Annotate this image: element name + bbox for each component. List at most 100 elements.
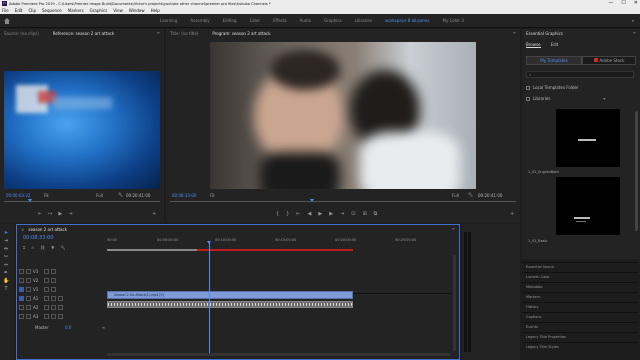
adobe-stock-button[interactable]: Adobe Stock bbox=[582, 56, 636, 65]
source-timecode[interactable]: 00:00:03:22 bbox=[6, 193, 30, 198]
snap-icon[interactable]: ∩ bbox=[31, 245, 34, 250]
workspace-editing[interactable]: Editing bbox=[223, 18, 237, 23]
workspace-active[interactable]: workspace 8 all.panes bbox=[385, 18, 430, 23]
solo-icon[interactable] bbox=[51, 304, 56, 310]
template-thumbnail[interactable] bbox=[556, 177, 620, 235]
menu-graphics[interactable]: Graphics bbox=[90, 8, 108, 13]
track-header-v2[interactable]: V2 bbox=[17, 276, 121, 284]
track-header-a2[interactable]: A2 bbox=[17, 303, 121, 311]
workspace-learning[interactable]: Learning bbox=[160, 18, 177, 23]
workspace-my-color[interactable]: My Color 3 bbox=[443, 18, 464, 23]
program-add-button[interactable]: + bbox=[510, 211, 514, 217]
timeline-timecode[interactable]: 00:08:33:00 bbox=[23, 235, 54, 241]
eye-icon[interactable] bbox=[51, 286, 56, 292]
menu-edit[interactable]: Edit bbox=[15, 8, 23, 13]
source-fit-select[interactable]: Fit bbox=[44, 193, 49, 198]
menu-markers[interactable]: Markers bbox=[68, 8, 84, 13]
source-playhead[interactable] bbox=[28, 199, 32, 202]
solo-icon[interactable] bbox=[51, 295, 56, 301]
panel-menu-icon[interactable]: ≡ bbox=[157, 30, 160, 35]
menu-file[interactable]: File bbox=[2, 8, 9, 13]
video-clip[interactable]: Season 2 Art Attack(1).mp4 [V] bbox=[107, 291, 353, 299]
program-fit-select[interactable]: Fit bbox=[210, 193, 215, 198]
selection-tool-icon[interactable]: ➤ bbox=[3, 230, 9, 236]
panel-history[interactable]: History bbox=[522, 302, 638, 311]
panel-markers[interactable]: Markers bbox=[522, 292, 638, 301]
workspace-effects[interactable]: Effects bbox=[273, 18, 287, 23]
track-select-tool-icon[interactable]: ⇥ bbox=[3, 238, 9, 244]
timeline-h-scrollbar[interactable] bbox=[107, 353, 451, 356]
hand-tool-icon[interactable]: ✋ bbox=[3, 278, 9, 284]
menu-sequence[interactable]: Sequence bbox=[42, 8, 62, 13]
sync-lock-icon[interactable] bbox=[26, 304, 31, 310]
sync-lock-icon[interactable] bbox=[26, 277, 31, 283]
close-button[interactable]: ✕ bbox=[634, 0, 638, 6]
lock-icon[interactable] bbox=[19, 277, 24, 283]
panel-captions[interactable]: Captions bbox=[522, 312, 638, 321]
audio-clip[interactable] bbox=[107, 301, 353, 308]
workspace-audio[interactable]: Audio bbox=[300, 18, 311, 23]
type-tool-icon[interactable]: T bbox=[3, 286, 9, 292]
eye-icon[interactable] bbox=[51, 277, 56, 283]
panel-scrollbar[interactable] bbox=[635, 111, 638, 231]
marker-icon[interactable]: ▼ bbox=[51, 245, 54, 250]
time-ruler[interactable]: 00:00 00:05:00:00 00:10:00:00 00:15:00:0… bbox=[107, 235, 457, 251]
toggle-output-icon[interactable] bbox=[44, 286, 49, 292]
tab-source[interactable]: Source: (no clips) bbox=[4, 31, 39, 36]
workspace-assembly[interactable]: Assembly bbox=[190, 18, 209, 23]
tab-browse[interactable]: Browse bbox=[526, 42, 541, 48]
panel-legacy-title-properties[interactable]: Legacy Title Properties bbox=[522, 332, 638, 341]
ripple-edit-tool-icon[interactable]: ⇹ bbox=[3, 246, 9, 252]
track-header-v1[interactable]: V1 bbox=[17, 285, 121, 293]
work-area-bar[interactable] bbox=[197, 249, 353, 251]
program-scrub-bar[interactable] bbox=[170, 201, 516, 202]
source-transport-controls[interactable]: ⇤↦▶⇥ bbox=[38, 211, 78, 217]
local-templates-row[interactable]: Local Templates Folder bbox=[526, 85, 579, 90]
maximize-button[interactable]: ☐ bbox=[621, 0, 625, 6]
source-patch-icon[interactable] bbox=[19, 295, 24, 301]
toggle-output-icon[interactable] bbox=[44, 277, 49, 283]
home-icon[interactable] bbox=[4, 18, 10, 24]
panel-menu-icon[interactable]: ≡ bbox=[452, 226, 455, 231]
minimize-button[interactable]: — bbox=[608, 0, 613, 6]
source-patch-icon[interactable] bbox=[19, 286, 24, 292]
slip-tool-icon[interactable]: ⇔ bbox=[3, 262, 9, 268]
track-header-master[interactable]: Master 0.0 ⇥ bbox=[17, 323, 121, 331]
tab-edit[interactable]: Edit bbox=[551, 42, 559, 48]
sync-lock-icon[interactable] bbox=[26, 268, 31, 274]
program-timecode[interactable]: 00:08:33:00 bbox=[172, 193, 196, 198]
lock-icon[interactable] bbox=[19, 304, 24, 310]
wrench-icon[interactable]: 🔧︎ bbox=[60, 245, 65, 250]
my-templates-button[interactable]: My Templates bbox=[526, 56, 582, 65]
mute-icon[interactable] bbox=[44, 295, 49, 301]
lock-icon[interactable] bbox=[19, 313, 24, 319]
libraries-row[interactable]: Libraries ▾ bbox=[526, 96, 605, 101]
nest-icon[interactable]: ⌗ bbox=[23, 245, 25, 250]
mute-icon[interactable] bbox=[44, 304, 49, 310]
workspace-graphics[interactable]: Graphics bbox=[324, 18, 342, 23]
track-header-v3[interactable]: V3 bbox=[17, 267, 121, 275]
panel-events[interactable]: Events bbox=[522, 322, 638, 331]
lock-icon[interactable] bbox=[26, 295, 31, 301]
mic-icon[interactable] bbox=[58, 313, 63, 319]
search-field[interactable]: ⌕ bbox=[526, 71, 634, 78]
timeline-playhead-head[interactable] bbox=[207, 241, 211, 244]
mic-icon[interactable] bbox=[58, 295, 63, 301]
panel-lumetri-color[interactable]: Lumetri Color bbox=[522, 272, 638, 281]
chevron-down-icon[interactable]: ▾ bbox=[603, 96, 605, 101]
program-full-select[interactable]: Full bbox=[452, 193, 459, 198]
wrench-icon[interactable]: 🔧︎ bbox=[468, 192, 473, 197]
panel-legacy-title-styles[interactable]: Legacy Title Styles bbox=[522, 342, 638, 351]
checkbox[interactable] bbox=[526, 96, 530, 101]
solo-icon[interactable] bbox=[51, 313, 56, 319]
sync-lock-icon[interactable] bbox=[26, 313, 31, 319]
track-area[interactable]: Season 2 Art Attack(1).mp4 [V] bbox=[107, 261, 451, 351]
track-header-a3[interactable]: A3 bbox=[17, 312, 121, 320]
linked-selection-icon[interactable]: ⛓︎ bbox=[40, 245, 45, 250]
workspace-color[interactable]: Color bbox=[250, 18, 260, 23]
mic-icon[interactable] bbox=[58, 304, 63, 310]
menu-help[interactable]: Help bbox=[151, 8, 160, 13]
tab-sequence[interactable]: season 2 art attack bbox=[28, 227, 67, 232]
workspace-libraries[interactable]: Libraries bbox=[355, 18, 372, 23]
source-full-select[interactable]: Full bbox=[96, 193, 103, 198]
